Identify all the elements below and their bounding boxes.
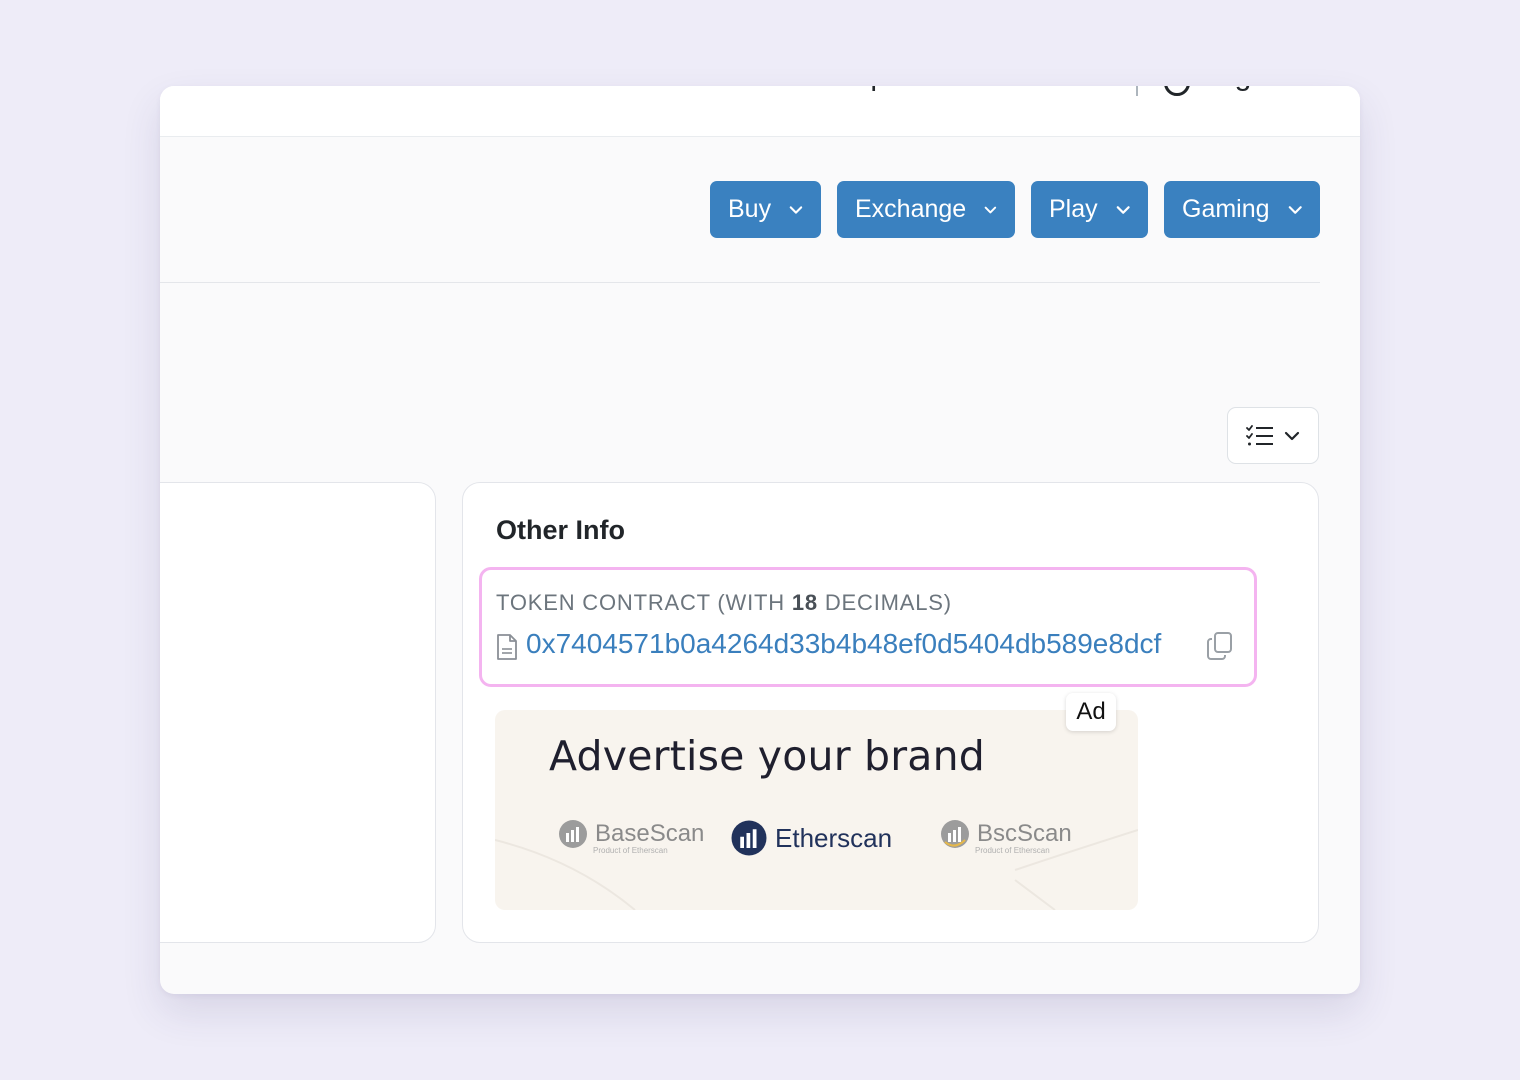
- chevron-down-icon: [1284, 431, 1300, 440]
- overview-card: [160, 482, 436, 943]
- checklist-icon: [1246, 424, 1273, 445]
- token-contract-label: TOKEN CONTRACT (WITH 18 DECIMALS): [496, 590, 952, 616]
- nav-item-resources[interactable]: Resources: [556, 86, 699, 96]
- chevron-down-icon: [984, 206, 997, 213]
- ad-badge: Ad: [1066, 693, 1116, 731]
- ad-banner[interactable]: Advertise your brand BaseScan Product of…: [495, 710, 1138, 910]
- basescan-logo-icon: [559, 820, 587, 848]
- exchange-button-label: Exchange: [855, 195, 967, 223]
- brand-subtitle: Product of Etherscan: [593, 846, 668, 855]
- play-dropdown-button[interactable]: Play: [1031, 181, 1148, 238]
- brand-name: BaseScan: [595, 820, 705, 847]
- section-divider: [160, 282, 1320, 283]
- nav-item-developers[interactable]: Developers: [777, 86, 929, 96]
- contract-label-prefix: TOKEN CONTRACT (WITH: [496, 590, 792, 615]
- brand-etherscan: Etherscan: [729, 818, 892, 858]
- nav-item-more[interactable]: More: [1005, 86, 1073, 96]
- chevron-down-icon: [1116, 205, 1130, 214]
- gaming-button-label: Gaming: [1182, 195, 1270, 223]
- ad-headline: Advertise your brand: [549, 732, 986, 780]
- nav-item-tokens[interactable]: Tokens: [226, 86, 321, 96]
- contract-address-link[interactable]: 0x7404571b0a4264d33b4b48ef0d5404db589e8d…: [526, 628, 1161, 660]
- nav-item-nfts[interactable]: NFTs: [402, 86, 472, 96]
- bscscan-logo-icon: [941, 820, 969, 848]
- list-options-button[interactable]: [1227, 407, 1319, 464]
- chevron-down-icon: [789, 205, 803, 214]
- play-button-label: Play: [1049, 195, 1098, 223]
- copy-icon[interactable]: [1206, 631, 1234, 661]
- other-info-card: Other Info TOKEN CONTRACT (WITH 18 DECIM…: [462, 482, 1319, 943]
- brand-basescan: BaseScan Product of Etherscan: [557, 818, 705, 855]
- sign-in-link[interactable]: Sign In: [1208, 86, 1301, 96]
- contract-label-suffix: DECIMALS): [817, 590, 952, 615]
- browser-window: Tokens NFTs Resources Developers More Si…: [160, 86, 1360, 994]
- user-icon: [1164, 86, 1190, 96]
- card-title: Other Info: [496, 515, 625, 545]
- document-icon: [497, 634, 517, 660]
- brand-subtitle: Product of Etherscan: [975, 846, 1050, 855]
- buy-dropdown-button[interactable]: Buy: [710, 181, 821, 238]
- brand-name: Etherscan: [775, 822, 893, 853]
- brand-name: BscScan: [977, 820, 1072, 847]
- chevron-down-icon: [1288, 205, 1302, 214]
- brand-bscscan: BscScan Product of Etherscan: [939, 818, 1072, 855]
- gaming-dropdown-button[interactable]: Gaming: [1164, 181, 1320, 238]
- etherscan-logo-icon: [731, 820, 767, 856]
- exchange-dropdown-button[interactable]: Exchange: [837, 181, 1015, 238]
- nav-separator: [1136, 86, 1138, 96]
- token-contract-box: TOKEN CONTRACT (WITH 18 DECIMALS) 0x7404…: [479, 567, 1257, 687]
- top-navbar: Tokens NFTs Resources Developers More Si…: [160, 86, 1360, 137]
- contract-decimals: 18: [791, 590, 818, 615]
- buy-button-label: Buy: [728, 195, 772, 223]
